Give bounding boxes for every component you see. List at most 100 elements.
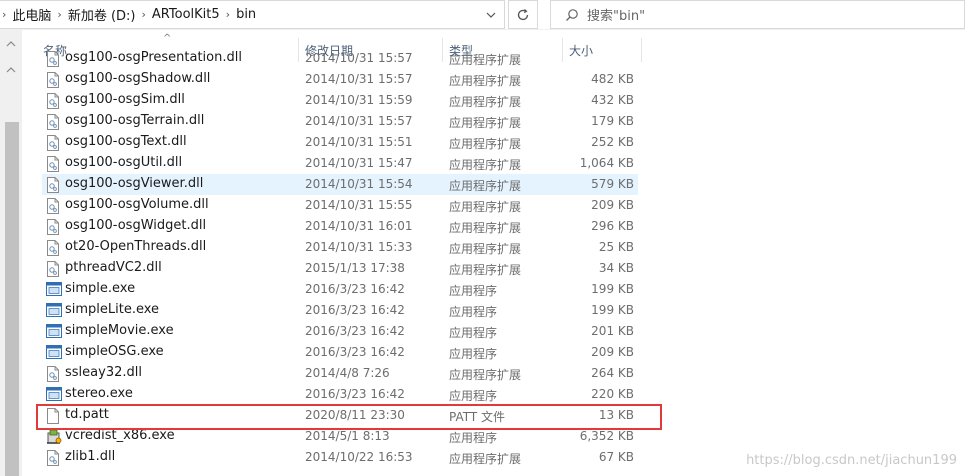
file-modified-date: 2014/10/31 15:54 [305,177,413,191]
file-type: 应用程序 [449,431,498,445]
file-type: 应用程序扩展 [449,74,522,88]
scroll-up-arrow-icon[interactable] [6,40,16,48]
file-modified-date: 2014/4/8 7:26 [305,366,390,380]
vertical-scrollbar[interactable] [0,30,22,476]
breadcrumb-artoolkit5[interactable]: ARToolKit5 [152,7,220,22]
refresh-icon [517,8,529,20]
file-type: 应用程序扩展 [449,53,522,67]
file-row[interactable]: osg100-osgTerrain.dll 2014/10/31 15:57 应用程… [42,111,638,132]
chevron-right-icon[interactable]: › [57,8,61,21]
file-size: 220 KB [591,387,634,401]
file-size: 482 KB [591,72,634,86]
file-name: vcredist_x86.exe [65,428,175,443]
file-type: 应用程序扩展 [449,368,522,382]
file-size: 296 KB [591,219,634,233]
file-modified-date: 2016/3/23 16:42 [305,324,405,338]
file-size: 179 KB [591,114,634,128]
file-row[interactable]: osg100-osgShadow.dll 2014/10/31 15:57 应用程序… [42,69,638,90]
exe-file-icon [46,387,62,403]
file-type: 应用程序扩展 [449,116,522,130]
file-type: 应用程序扩展 [449,242,522,256]
file-size: 209 KB [591,345,634,359]
file-size: 25 KB [598,240,634,254]
file-size: 579 KB [591,177,634,191]
file-row[interactable]: simpleLite.exe 2016/3/23 16:42 应用程序 199 KB [42,300,638,321]
file-modified-date: 2014/10/31 15:47 [305,156,413,170]
scrollbar-thumb[interactable] [5,122,19,476]
file-modified-date: 2014/10/31 15:51 [305,135,413,149]
file-row[interactable]: osg100-osgWidget.dll 2014/10/31 16:01 应用程序… [42,216,638,237]
chevron-right-icon[interactable]: › [2,8,6,21]
file-size: 6,352 KB [579,429,634,443]
address-bar[interactable]: › 此电脑 › 新加卷 (D:) › ARToolKit5 › bin [0,0,505,29]
file-type: 应用程序 [449,347,498,361]
file-modified-date: 2014/10/31 15:57 [305,72,413,86]
file-type: 应用程序扩展 [449,221,522,235]
refresh-button[interactable] [508,0,538,29]
dll-file-icon [46,198,60,214]
search-input[interactable]: 搜索"bin" [550,0,965,29]
exe-file-icon [46,345,62,361]
breadcrumb-bin[interactable]: bin [236,7,256,22]
file-modified-date: 2016/3/23 16:42 [305,303,405,317]
toolbar: › 此电脑 › 新加卷 (D:) › ARToolKit5 › bin 搜索"b… [0,0,965,30]
column-divider[interactable] [641,38,642,62]
dll-file-icon [46,450,60,466]
file-row[interactable]: osg100-osgSim.dll 2014/10/31 15:59 应用程序扩展 4… [42,90,638,111]
dll-file-icon [46,51,60,67]
file-row[interactable]: ot20-OpenThreads.dll 2014/10/31 15:33 应用程序… [42,237,638,258]
search-icon [566,8,578,21]
scroll-arrow-icon[interactable] [6,66,16,74]
file-row[interactable]: simpleOSG.exe 2016/3/23 16:42 应用程序 209 KB [42,342,638,363]
file-modified-date: 2014/10/22 16:53 [305,450,413,464]
file-row[interactable]: osg100-osgPresentation.dll 2014/10/31 15:… [42,48,638,69]
file-name: osg100-osgVolume.dll [65,197,209,212]
file-type: 应用程序 [449,326,498,340]
file-name: osg100-osgShadow.dll [65,71,211,86]
exe-file-icon [46,282,62,298]
file-name: simpleOSG.exe [65,344,164,359]
file-row[interactable]: ssleay32.dll 2014/4/8 7:26 应用程序扩展 264 KB [42,363,638,384]
file-row[interactable]: zlib1.dll 2014/10/22 16:53 应用程序扩展 67 KB [42,447,638,468]
file-name: simpleMovie.exe [65,323,174,338]
breadcrumb-drive[interactable]: 新加卷 (D:) [68,5,136,24]
file-row[interactable]: stereo.exe 2016/3/23 16:42 应用程序 220 KB [42,384,638,405]
file-size: 252 KB [591,135,634,149]
file-name: osg100-osgTerrain.dll [65,113,205,128]
file-name: osg100-osgWidget.dll [65,218,207,233]
file-row[interactable]: osg100-osgText.dll 2014/10/31 15:51 应用程序扩展… [42,132,638,153]
chevron-right-icon[interactable]: › [226,8,230,21]
file-modified-date: 2014/10/31 15:55 [305,198,413,212]
file-size: 199 KB [591,282,634,296]
chevron-right-icon[interactable]: › [142,8,146,21]
file-type: 应用程序扩展 [449,179,522,193]
dll-file-icon [46,366,60,382]
file-name: osg100-osgText.dll [65,134,187,149]
breadcrumb-this-pc[interactable]: 此电脑 [12,5,51,24]
search-placeholder: 搜索"bin" [587,9,646,24]
file-modified-date: 2014/10/31 15:57 [305,51,413,65]
dll-file-icon [46,135,60,151]
file-modified-date: 2014/10/31 15:59 [305,93,413,107]
file-name: osg100-osgUtil.dll [65,155,183,170]
sort-ascending-icon: ^ [163,33,172,44]
file-row[interactable]: osg100-osgUtil.dll 2014/10/31 15:47 应用程序扩展… [42,153,638,174]
exe-file-icon [46,324,62,340]
dll-file-icon [46,114,60,130]
file-row[interactable]: simpleMovie.exe 2016/3/23 16:42 应用程序 201 KB [42,321,638,342]
dll-file-icon [46,72,60,88]
file-row[interactable]: osg100-osgViewer.dll 2014/10/31 15:54 应用程序… [42,174,638,195]
file-size: 264 KB [591,366,634,380]
file-row[interactable]: simple.exe 2016/3/23 16:42 应用程序 199 KB [42,279,638,300]
file-type: 应用程序扩展 [449,200,522,214]
file-row[interactable]: osg100-osgVolume.dll 2014/10/31 15:55 应用程序… [42,195,638,216]
dll-file-icon [46,240,60,256]
file-name: zlib1.dll [65,449,116,464]
file-modified-date: 2016/3/23 16:42 [305,387,405,401]
file-row[interactable]: pthreadVC2.dll 2015/1/13 17:38 应用程序扩展 34 KB [42,258,638,279]
file-name: osg100-osgSim.dll [65,92,185,107]
file-name: simple.exe [65,281,136,296]
file-size: 432 KB [591,93,634,107]
file-modified-date: 2014/5/1 8:13 [305,429,390,443]
chevron-down-icon[interactable] [478,1,504,29]
